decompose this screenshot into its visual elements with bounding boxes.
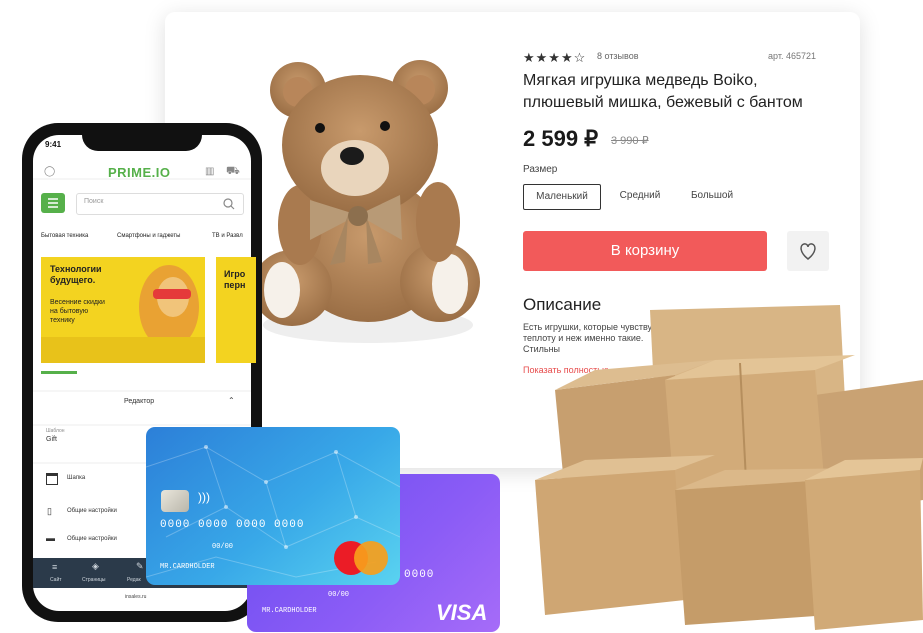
row-header[interactable]: Шапка (67, 475, 85, 481)
hamburger-icon (48, 198, 58, 208)
visa-card-expiry: 00/00 (328, 591, 350, 599)
pages-icon[interactable]: ◈ (92, 561, 99, 572)
visa-card-holder: MR.CARDHOLDER (262, 607, 317, 615)
mastercard-logo (334, 541, 388, 575)
edit-icon[interactable]: ✎ (136, 561, 144, 572)
search-icon[interactable] (222, 197, 236, 211)
chevron-up-icon[interactable]: ⌃ (228, 396, 235, 405)
category-appliances[interactable]: Бытовая техника (41, 233, 88, 239)
tab-editor[interactable]: Редак (127, 577, 141, 583)
row-settings-1[interactable]: Общие настройки (67, 508, 117, 514)
search-placeholder: Поиск (84, 198, 104, 205)
settings-icon: ▯ (47, 506, 52, 516)
folder-icon: ▬ (46, 533, 55, 543)
reviews-count[interactable]: 8 отзывов (597, 51, 639, 61)
visa-card-number: 0000 (404, 569, 435, 581)
size-option-small[interactable]: Маленький (523, 184, 601, 210)
template-field-label: Шаблон (46, 428, 65, 434)
status-time: 9:41 (45, 140, 62, 149)
site-icon[interactable]: ≡ (52, 562, 57, 572)
phone-notch (82, 129, 202, 151)
rating-stars: ★★★★☆ (523, 50, 587, 65)
contactless-icon: ))) (198, 490, 210, 504)
blue-card-expiry: 00/00 (212, 543, 234, 551)
carousel-indicator (41, 371, 77, 374)
old-price: 3 990 ₽ (611, 135, 649, 147)
header-icon (46, 473, 58, 485)
compare-icon[interactable]: ▥ (205, 166, 214, 177)
product-title-line-1: Мягкая игрушка медведь Boiko, (523, 72, 758, 89)
store-logo[interactable]: PRIME.IO (108, 165, 171, 180)
favorite-button[interactable] (787, 231, 829, 271)
add-to-cart-button[interactable]: В корзину (523, 231, 767, 271)
size-option-medium[interactable]: Средний (608, 184, 672, 208)
banner-2-title: Игро перн (224, 269, 246, 290)
menu-button[interactable] (41, 193, 65, 213)
template-field-value[interactable]: Gift (46, 436, 57, 443)
heart-icon (800, 243, 816, 260)
category-tv[interactable]: ТВ и Развл (212, 233, 243, 239)
teddy-bear-image (252, 60, 480, 343)
row-settings-2[interactable]: Общие настройки (67, 536, 117, 542)
banner-subtitle: Весенние скидки на бытовую технику (50, 299, 105, 324)
size-label: Размер (523, 164, 558, 175)
banner-title: Технологии будущего. (50, 264, 102, 285)
user-icon[interactable]: ◯ (44, 166, 55, 177)
tab-pages[interactable]: Страницы (82, 577, 105, 583)
cardboard-boxes-image (535, 305, 923, 630)
tab-site[interactable]: Сайт (50, 577, 62, 583)
url-bar[interactable]: insales.ru (125, 594, 146, 600)
visa-logo: VISA (436, 600, 488, 625)
product-title-line-2: плюшевый мишка, бежевый с бантом (523, 94, 803, 111)
category-smartphones[interactable]: Смартфоны и гаджеты (117, 233, 180, 239)
cart-icon[interactable]: ⛟ (226, 165, 240, 179)
product-price: 2 599 ₽ (523, 126, 599, 151)
blue-card-holder: MR.CARDHOLDER (160, 563, 215, 571)
size-option-large[interactable]: Большой (680, 184, 744, 208)
product-sku: арт. 465721 (768, 51, 816, 61)
editor-label[interactable]: Редактор (124, 398, 154, 405)
product-title: Мягкая игрушка медведь Boiko, плюшевый м… (523, 70, 843, 114)
blue-card-number: 0000 0000 0000 0000 (160, 519, 305, 531)
card-chip (161, 490, 189, 512)
